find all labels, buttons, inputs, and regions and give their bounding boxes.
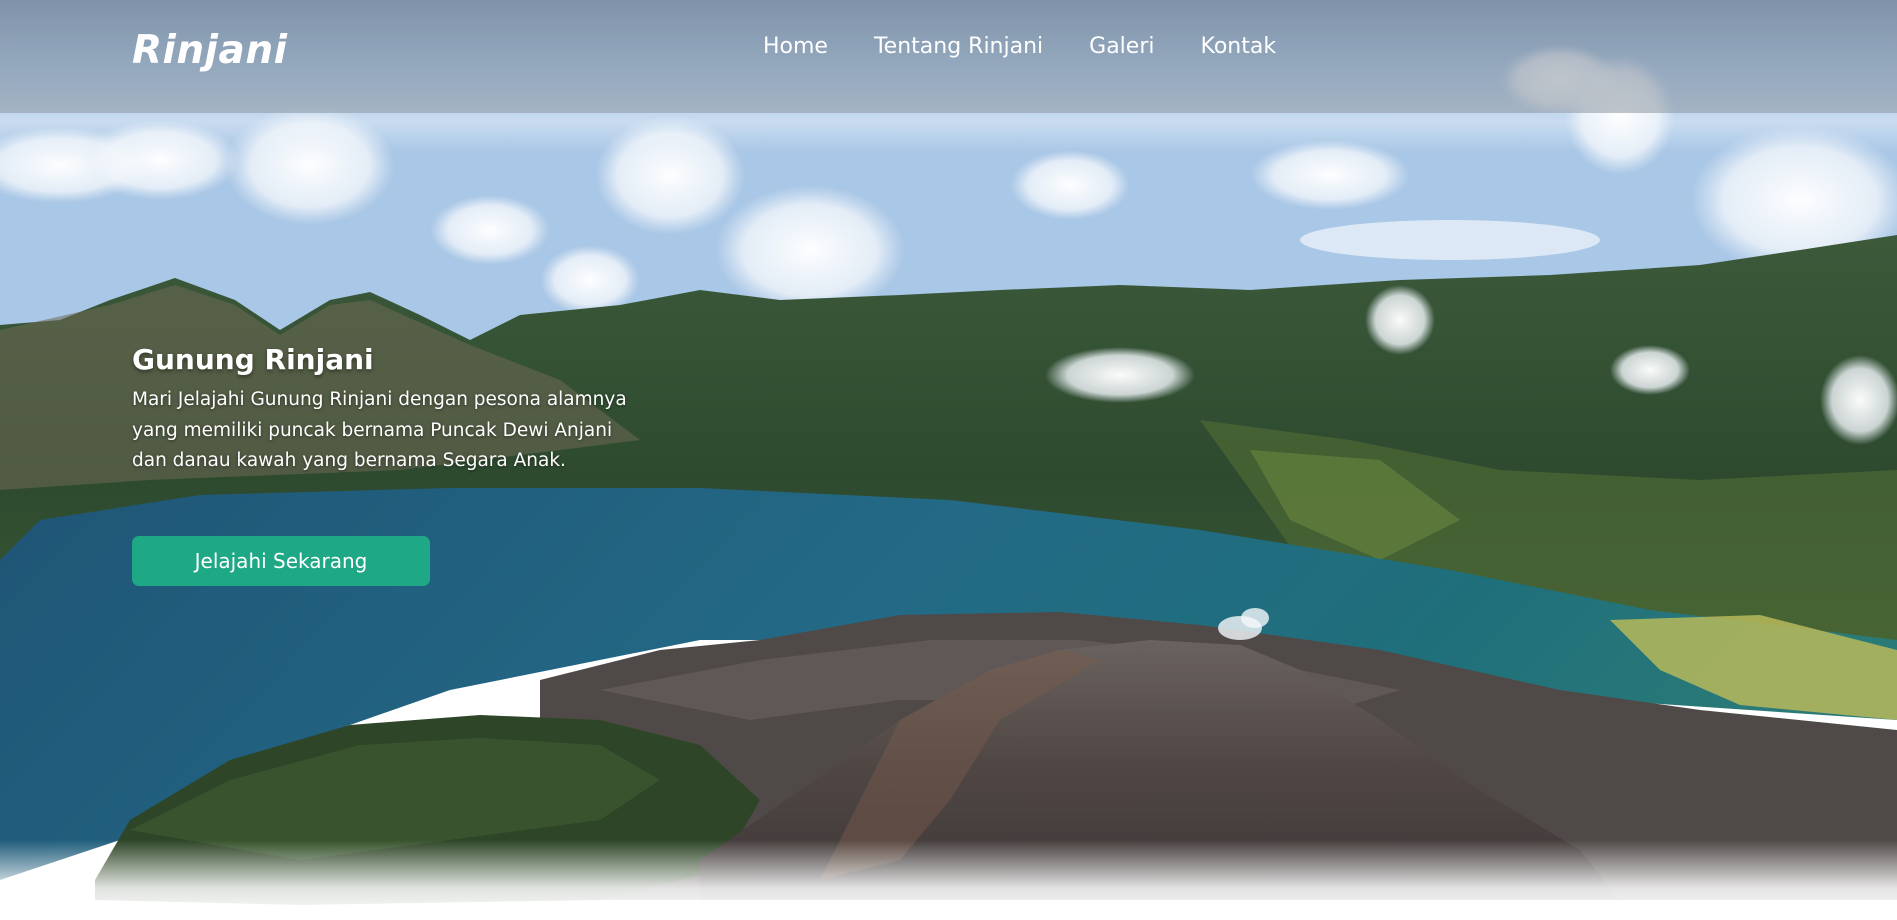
nav-link-kontak[interactable]: Kontak bbox=[1201, 34, 1277, 59]
nav-link-tentang-rinjani[interactable]: Tentang Rinjani bbox=[874, 34, 1043, 59]
hero-title: Gunung Rinjani bbox=[132, 343, 374, 376]
explore-now-button[interactable]: Jelajahi Sekarang bbox=[132, 536, 430, 586]
bottom-fade-overlay bbox=[0, 840, 1897, 920]
hero-description: Mari Jelajahi Gunung Rinjani dengan peso… bbox=[132, 389, 627, 471]
nav-link-galeri[interactable]: Galeri bbox=[1089, 34, 1154, 59]
nav-link-home[interactable]: Home bbox=[763, 34, 828, 59]
brand-logo[interactable]: Rinjani bbox=[132, 28, 287, 73]
navbar: Rinjani Home Tentang Rinjani Galeri Kont… bbox=[0, 0, 1897, 113]
nav-menu: Home Tentang Rinjani Galeri Kontak bbox=[763, 34, 1276, 59]
hero-section: Rinjani Home Tentang Rinjani Galeri Kont… bbox=[0, 0, 1897, 920]
